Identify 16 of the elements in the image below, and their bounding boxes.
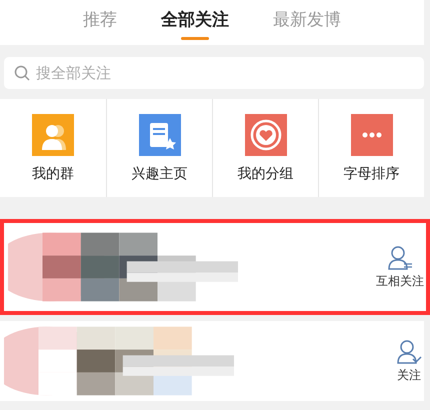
- shortcut-item[interactable]: 我的群: [0, 99, 106, 197]
- search-icon: [14, 65, 30, 81]
- follow-status-button[interactable]: 关注: [394, 338, 424, 384]
- more-icon: [350, 113, 392, 157]
- group-icon: [32, 113, 74, 157]
- user-row[interactable]: 互相关注: [4, 223, 426, 311]
- interest-icon: [138, 113, 180, 157]
- shortcut-item[interactable]: 我的分组: [212, 99, 318, 197]
- mutual-follow-button[interactable]: 互相关注: [374, 244, 426, 290]
- shortcut-item[interactable]: 兴趣主页: [106, 99, 212, 197]
- tab[interactable]: 全部关注: [161, 0, 229, 45]
- search-field[interactable]: 搜全部关注: [4, 57, 424, 89]
- person-icon: [396, 338, 422, 364]
- user-row[interactable]: 关注: [0, 321, 424, 401]
- shortcut-item[interactable]: 字母排序: [318, 99, 424, 197]
- person-icon: [387, 244, 413, 270]
